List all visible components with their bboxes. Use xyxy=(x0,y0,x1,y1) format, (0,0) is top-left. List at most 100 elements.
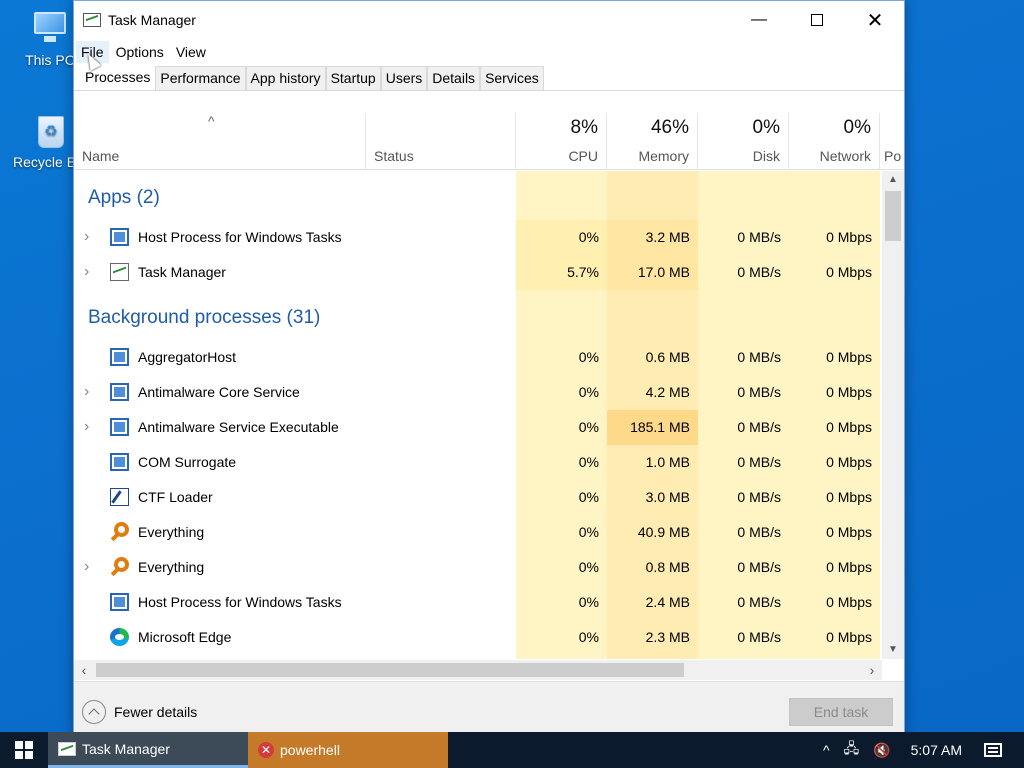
host-process-icon xyxy=(110,418,129,436)
process-memory: 0.8 MB xyxy=(645,559,690,575)
expand-chevron-icon[interactable]: › xyxy=(84,550,89,583)
menu-bar: File Options View xyxy=(74,39,904,65)
process-cpu: 0% xyxy=(516,220,607,255)
tab-app-history[interactable]: App history xyxy=(245,66,326,90)
start-button[interactable] xyxy=(0,732,48,768)
process-memory: 1.0 MB xyxy=(645,454,690,470)
close-icon: ✕ xyxy=(866,9,884,32)
expand-chevron-icon[interactable]: › xyxy=(84,220,89,253)
tray-overflow-icon[interactable]: ^ xyxy=(823,742,830,758)
end-task-button[interactable]: End task xyxy=(789,698,893,726)
close-button[interactable]: ✕ xyxy=(846,1,904,39)
windows-logo-icon xyxy=(15,741,33,759)
maximize-button[interactable] xyxy=(788,1,846,39)
taskbar-app-label: powerhell xyxy=(280,742,340,758)
fewer-details-button[interactable]: Fewer details xyxy=(82,700,197,724)
vertical-scroll-thumb[interactable] xyxy=(885,191,901,241)
scroll-down-icon[interactable]: ▼ xyxy=(882,641,904,659)
column-status[interactable]: Status xyxy=(366,113,516,170)
window-title: Task Manager xyxy=(108,12,196,28)
column-power[interactable]: Po xyxy=(880,113,904,170)
table-row[interactable]: › Antimalware Service Executable 0% 185.1 M… xyxy=(74,410,882,445)
table-row[interactable]: Microsoft Edge 0% 2.3 MB 0 MB/s 0 Mbps xyxy=(74,620,882,655)
process-name: Host Process for Windows Tasks xyxy=(138,594,342,610)
process-disk: 0 MB/s xyxy=(737,264,781,280)
table-row[interactable]: › Everything 0% 0.8 MB 0 MB/s 0 Mbps xyxy=(74,550,882,585)
task-manager-icon xyxy=(110,263,129,281)
minimize-button[interactable]: — xyxy=(730,1,788,39)
process-network: 0 Mbps xyxy=(826,524,872,540)
minimize-icon: — xyxy=(751,11,767,28)
process-network: 0 Mbps xyxy=(826,264,872,280)
tab-startup[interactable]: Startup xyxy=(325,66,381,90)
column-network-label: Network xyxy=(819,148,871,164)
column-disk-label: Disk xyxy=(752,148,780,164)
tab-details[interactable]: Details xyxy=(427,66,481,90)
task-manager-icon xyxy=(58,741,76,756)
table-row[interactable]: Everything 0% 40.9 MB 0 MB/s 0 Mbps xyxy=(74,515,882,550)
computer-icon xyxy=(30,8,70,48)
process-disk: 0 MB/s xyxy=(737,454,781,470)
column-disk[interactable]: 0% Disk xyxy=(698,113,789,170)
scroll-left-icon[interactable]: ‹ xyxy=(74,660,94,680)
process-name: Task Manager xyxy=(138,264,226,280)
column-network[interactable]: 0% Network xyxy=(789,113,880,170)
tab-users[interactable]: Users xyxy=(380,66,428,90)
recycle-bin-icon: ♻ xyxy=(30,110,70,150)
table-row[interactable]: CTF Loader 0% 3.0 MB 0 MB/s 0 Mbps xyxy=(74,480,882,515)
process-disk: 0 MB/s xyxy=(737,384,781,400)
host-process-icon xyxy=(110,348,129,366)
table-row[interactable]: Host Process for Windows Tasks 0% 2.4 MB 0 … xyxy=(74,585,882,620)
taskbar-app-task-manager[interactable]: Task Manager xyxy=(48,732,248,768)
host-process-icon xyxy=(110,383,129,401)
process-disk: 0 MB/s xyxy=(737,229,781,245)
taskbar-app-powerhell[interactable]: ✕ powerhell xyxy=(248,732,448,768)
horizontal-scroll-thumb[interactable] xyxy=(96,663,684,677)
notifications-icon[interactable] xyxy=(984,743,1002,757)
process-list: Apps (2) Background processes (31) › Host… xyxy=(74,171,882,659)
column-name[interactable]: Name xyxy=(74,113,366,170)
table-row[interactable]: › Antimalware Core Service 0% 4.2 MB 0 MB/s 0… xyxy=(74,375,882,410)
table-row[interactable]: AggregatorHost 0% 0.6 MB 0 MB/s 0 Mbps xyxy=(74,340,882,375)
network-total: 0% xyxy=(843,117,871,138)
table-row[interactable]: › Task Manager 5.7% 17.0 MB 0 MB/s 0 Mbps xyxy=(74,255,882,290)
menu-options[interactable]: Options xyxy=(111,41,169,63)
scroll-up-icon[interactable]: ▲ xyxy=(882,171,904,189)
process-name: Everything xyxy=(138,524,205,540)
group-apps[interactable]: Apps (2) xyxy=(88,187,160,209)
expand-chevron-icon[interactable]: › xyxy=(84,410,89,443)
process-disk: 0 MB/s xyxy=(737,349,781,365)
scroll-right-icon[interactable]: › xyxy=(862,660,882,680)
group-background-processes[interactable]: Background processes (31) xyxy=(88,307,320,329)
clock[interactable]: 5:07 AM xyxy=(911,742,962,758)
task-manager-icon xyxy=(83,13,101,27)
host-process-icon xyxy=(110,593,129,611)
tab-bar: Processes Performance App history Startu… xyxy=(74,64,904,91)
process-memory: 4.2 MB xyxy=(645,384,690,400)
taskbar-app-label: Task Manager xyxy=(82,740,170,757)
error-icon: ✕ xyxy=(258,742,274,758)
expand-chevron-icon[interactable]: › xyxy=(84,375,89,408)
process-disk: 0 MB/s xyxy=(737,559,781,575)
edge-icon xyxy=(110,628,129,646)
title-bar[interactable]: Task Manager — ✕ xyxy=(74,1,904,39)
task-manager-window: Task Manager — ✕ File Options View Proce… xyxy=(73,0,905,741)
table-row[interactable]: › Host Process for Windows Tasks 0% 3.2 MB 0… xyxy=(74,220,882,255)
maximize-icon xyxy=(811,14,823,26)
process-memory: 0.6 MB xyxy=(645,349,690,365)
column-memory[interactable]: 46% Memory xyxy=(607,113,698,170)
column-cpu[interactable]: 8% CPU xyxy=(516,113,607,170)
column-status-label: Status xyxy=(374,148,414,164)
ctf-loader-icon xyxy=(110,488,129,506)
network-icon[interactable]: 🖧 xyxy=(844,738,860,762)
menu-view[interactable]: View xyxy=(171,41,211,63)
process-disk: 0 MB/s xyxy=(737,629,781,645)
process-cpu: 0% xyxy=(578,559,599,575)
tab-services[interactable]: Services xyxy=(480,66,544,90)
tab-performance[interactable]: Performance xyxy=(155,66,246,90)
expand-chevron-icon[interactable]: › xyxy=(84,255,89,288)
vertical-scrollbar[interactable]: ▲ ▼ xyxy=(882,171,904,659)
volume-muted-icon[interactable]: 🔇 xyxy=(873,742,890,759)
horizontal-scrollbar[interactable]: ‹ › xyxy=(74,660,882,680)
table-row[interactable]: COM Surrogate 0% 1.0 MB 0 MB/s 0 Mbps xyxy=(74,445,882,480)
